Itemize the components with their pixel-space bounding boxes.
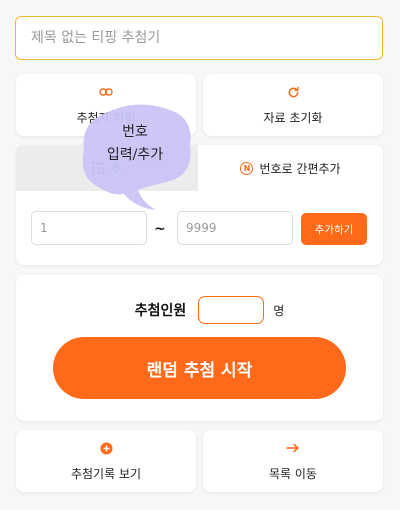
move-list-button[interactable]: 목록 이동 — [203, 430, 383, 492]
view-history-label: 추첨기록 보기 — [70, 467, 142, 481]
number-range-card: 추 N 번호로 간편추가 ~ 추가하기 — [16, 145, 383, 265]
draw-count-row: 추첨인원 명 — [16, 295, 383, 325]
range-start-input[interactable] — [31, 211, 147, 245]
range-separator: ~ — [154, 221, 166, 237]
start-random-draw-button[interactable]: 랜덤 추첨 시작 — [53, 337, 346, 399]
tab-quick-add-label: 번호로 간편추가 — [259, 161, 341, 176]
title-input[interactable] — [15, 16, 383, 60]
range-end-input[interactable] — [177, 211, 293, 245]
reset-data-label: 자료 초기화 — [263, 111, 323, 125]
annotation-line-1: 번호 — [122, 124, 148, 140]
draw-count-unit: 명 — [273, 303, 285, 318]
draw-count-label: 추첨인원 — [134, 303, 187, 319]
plus-circle-icon — [100, 440, 113, 456]
add-range-button[interactable]: 추가하기 — [301, 213, 367, 245]
annotation-line-2: 입력/추가 — [106, 147, 164, 163]
tab-quick-add-by-number[interactable]: N 번호로 간편추가 — [198, 145, 383, 191]
reset-data-button[interactable]: 자료 초기화 — [203, 74, 383, 136]
annotation-text: 번호 입력/추가 — [78, 121, 192, 167]
arrow-right-icon — [286, 440, 300, 456]
view-history-button[interactable]: 추첨기록 보기 — [16, 430, 196, 492]
link-icon — [99, 84, 113, 100]
draw-card: 추첨인원 명 랜덤 추첨 시작 — [16, 275, 383, 421]
draw-count-input[interactable] — [198, 296, 265, 324]
refresh-icon — [287, 84, 300, 100]
move-list-label: 목록 이동 — [269, 467, 317, 481]
n-badge-icon: N — [240, 161, 254, 175]
